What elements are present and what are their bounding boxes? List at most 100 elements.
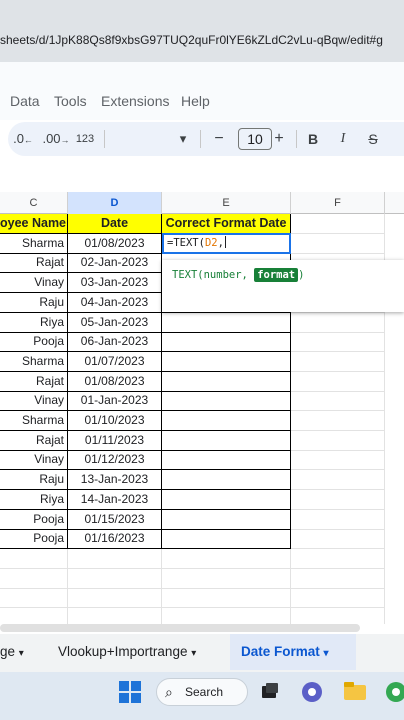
menu-tools[interactable]: Tools	[54, 93, 87, 109]
column-header-d[interactable]: D	[68, 192, 162, 214]
cell-date[interactable]: 14-Jan-2023	[68, 490, 162, 510]
cell-employee-name[interactable]: Riya	[0, 490, 68, 510]
cell-employee-name[interactable]: Sharma	[0, 234, 68, 254]
cell-date[interactable]: 04-Jan-2023	[68, 293, 162, 313]
cell-date[interactable]: 01/16/2023	[68, 529, 162, 549]
cell-date[interactable]: 01/08/2023	[68, 372, 162, 392]
cell-d1[interactable]: Date	[68, 214, 162, 234]
menu-extensions[interactable]: Extensions	[101, 93, 169, 109]
cell-empty[interactable]	[0, 608, 68, 624]
cell-employee-name[interactable]: Rajat	[0, 431, 68, 451]
taskbar-search-box[interactable]: ⌕ Search	[156, 678, 248, 706]
cell-empty[interactable]	[291, 450, 385, 470]
cell-correct-format-date[interactable]	[162, 431, 291, 451]
cell-empty[interactable]	[68, 569, 162, 589]
active-cell-e2[interactable]: =TEXT(D2,	[162, 233, 291, 254]
font-dropdown-arrow-icon[interactable]: ▾	[174, 122, 192, 156]
column-header-c[interactable]: C	[0, 192, 68, 214]
cell-employee-name[interactable]: Sharma	[0, 352, 68, 372]
sheet-tab-vlookup[interactable]: Vlookup+Importrange ▾	[58, 634, 228, 670]
sheet-tab-prev[interactable]: ge ▾	[0, 634, 48, 670]
cell-employee-name[interactable]: Vinay	[0, 391, 68, 411]
cell-correct-format-date[interactable]	[162, 450, 291, 470]
cell-correct-format-date[interactable]	[162, 313, 291, 333]
cell-correct-format-date[interactable]	[162, 332, 291, 352]
windows-start-icon[interactable]	[118, 680, 142, 704]
cell-correct-format-date[interactable]	[162, 510, 291, 530]
bold-button[interactable]: B	[302, 122, 324, 156]
cell-empty[interactable]	[68, 549, 162, 569]
cell-e1[interactable]: Correct Format Date	[162, 214, 291, 234]
cell-date[interactable]: 01-Jan-2023	[68, 391, 162, 411]
cell-date[interactable]: 01/08/2023	[68, 234, 162, 254]
horizontal-scrollbar[interactable]	[0, 624, 360, 632]
cell-empty[interactable]	[291, 372, 385, 392]
cell-employee-name[interactable]: Rajat	[0, 372, 68, 392]
cell-employee-name[interactable]: Raju	[0, 293, 68, 313]
cell-date[interactable]: 01/07/2023	[68, 352, 162, 372]
browser-icon[interactable]	[384, 680, 404, 704]
browser-address-bar[interactable]: sheets/d/1JpK88Qs8f9xbsG97TUQ2quFr0lYE6k…	[0, 0, 404, 62]
cell-employee-name[interactable]: Vinay	[0, 273, 68, 293]
task-view-icon[interactable]	[260, 682, 280, 702]
cell-empty[interactable]	[291, 608, 385, 624]
sheet-tab-date-format[interactable]: Date Format ▾	[230, 634, 356, 670]
cell-empty[interactable]	[291, 234, 385, 254]
italic-button[interactable]: I	[332, 122, 354, 156]
increase-font-size-button[interactable]: +	[270, 122, 288, 156]
file-explorer-icon[interactable]	[342, 678, 368, 704]
cell-date[interactable]: 02-Jan-2023	[68, 253, 162, 273]
column-header-f[interactable]: F	[291, 192, 385, 214]
cell-empty[interactable]	[291, 431, 385, 451]
cell-empty[interactable]	[291, 411, 385, 431]
cell-correct-format-date[interactable]	[162, 411, 291, 431]
cell-empty[interactable]	[291, 510, 385, 530]
cell-empty[interactable]	[291, 332, 385, 352]
cell-employee-name[interactable]: Pooja	[0, 529, 68, 549]
cell-correct-format-date[interactable]	[162, 490, 291, 510]
cell-empty[interactable]	[68, 608, 162, 624]
cell-correct-format-date[interactable]	[162, 372, 291, 392]
cell-employee-name[interactable]: Sharma	[0, 411, 68, 431]
cell-date[interactable]: 06-Jan-2023	[68, 332, 162, 352]
strikethrough-button[interactable]: S	[362, 122, 384, 156]
cell-empty[interactable]	[291, 549, 385, 569]
cell-empty[interactable]	[162, 608, 291, 624]
cell-empty[interactable]	[291, 569, 385, 589]
cell-date[interactable]: 13-Jan-2023	[68, 470, 162, 490]
cell-empty[interactable]	[162, 549, 291, 569]
cell-empty[interactable]	[68, 588, 162, 608]
menu-data[interactable]: Data	[10, 93, 40, 109]
cell-date[interactable]: 01/15/2023	[68, 510, 162, 530]
font-size-input[interactable]: 10	[238, 128, 272, 150]
cell-employee-name[interactable]: Pooja	[0, 510, 68, 530]
cell-correct-format-date[interactable]	[162, 352, 291, 372]
column-header-e[interactable]: E	[162, 192, 291, 214]
cell-employee-name[interactable]: Riya	[0, 313, 68, 333]
cell-correct-format-date[interactable]	[162, 470, 291, 490]
cell-employee-name[interactable]: Vinay	[0, 450, 68, 470]
cell-empty[interactable]	[291, 352, 385, 372]
more-formats-button[interactable]: 123	[74, 122, 96, 156]
cell-f1[interactable]	[291, 214, 385, 234]
cell-correct-format-date[interactable]	[162, 391, 291, 411]
cell-date[interactable]: 01/12/2023	[68, 450, 162, 470]
menu-help[interactable]: Help	[181, 93, 210, 109]
cell-correct-format-date[interactable]	[162, 529, 291, 549]
cell-employee-name[interactable]: Rajat	[0, 253, 68, 273]
cell-empty[interactable]	[162, 569, 291, 589]
teams-chat-icon[interactable]	[300, 680, 324, 704]
cell-empty[interactable]	[0, 569, 68, 589]
cell-empty[interactable]	[291, 490, 385, 510]
cell-empty[interactable]	[291, 470, 385, 490]
increase-decimal-button[interactable]: .00→	[42, 122, 70, 156]
cell-date[interactable]: 01/11/2023	[68, 431, 162, 451]
cell-date[interactable]: 05-Jan-2023	[68, 313, 162, 333]
cell-employee-name[interactable]: Pooja	[0, 332, 68, 352]
cell-employee-name[interactable]: Raju	[0, 470, 68, 490]
cell-empty[interactable]	[291, 313, 385, 333]
cell-empty[interactable]	[291, 529, 385, 549]
cell-date[interactable]: 01/10/2023	[68, 411, 162, 431]
decrease-font-size-button[interactable]: −	[210, 122, 228, 156]
url-text[interactable]: sheets/d/1JpK88Qs8f9xbsG97TUQ2quFr0lYE6k…	[0, 33, 383, 47]
